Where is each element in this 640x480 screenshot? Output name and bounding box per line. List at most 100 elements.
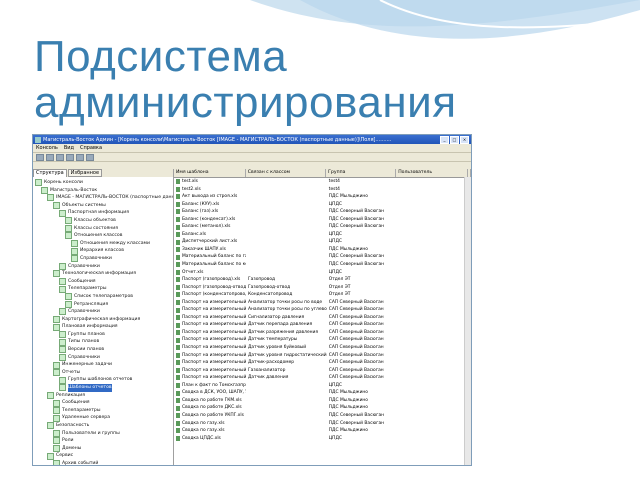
tree-node[interactable]: Телепараметры — [33, 407, 173, 415]
table-row[interactable]: Паспорт на измерительный приб...Газоанал… — [174, 367, 471, 375]
table-row[interactable]: test.xlstest4test — [174, 178, 471, 186]
tree-node[interactable]: Сервис — [33, 452, 173, 460]
table-row[interactable]: Паспорт на измерительный приб...Датчик у… — [174, 352, 471, 360]
tree-node[interactable]: Отчеты — [33, 369, 173, 377]
table-row[interactable]: Акт выхода из строя.xlsПДС Мыльджинорасп… — [174, 193, 471, 201]
table-row[interactable]: Паспорт на измерительный приб...Датчик р… — [174, 329, 471, 337]
tree-node[interactable]: Справочники — [33, 262, 173, 271]
tree-node[interactable]: Отношения между классами — [33, 240, 173, 248]
menu-help[interactable]: Справка — [80, 145, 102, 151]
table-row[interactable]: Баланс (конденсат).xls ПДС Северный Васюг… — [174, 216, 471, 224]
tree-node[interactable]: Инженерные задачи — [33, 361, 173, 369]
table-row[interactable]: Сводка ЦПДС.xlsЦПДССводка ЦПДС — [174, 435, 471, 443]
tree-node[interactable]: Справочники — [33, 308, 173, 316]
table-row[interactable]: Сводка по работе УКПГ.xls ПДС Северный Ва… — [174, 412, 471, 420]
tree-node[interactable]: Версии планов — [33, 346, 173, 354]
tree-node[interactable]: Безопасность — [33, 422, 173, 430]
table-row[interactable]: test2.xlstest4Заказчик ШАПУ — [174, 186, 471, 194]
tree-node[interactable]: Телепараметры — [33, 285, 173, 293]
close-button[interactable]: × — [460, 135, 469, 144]
tree-node[interactable]: Сообщения — [33, 278, 173, 286]
tree-node[interactable]: Отношения классов — [33, 232, 173, 240]
table-row[interactable]: Паспорт на измерительный приб...Анализат… — [174, 306, 471, 314]
table-row[interactable]: Баланс.xlsЦПДСБаланс — [174, 231, 471, 239]
export-icon[interactable] — [86, 153, 94, 161]
tree-node[interactable]: Паспортная информация — [33, 209, 173, 217]
cell-user — [397, 231, 469, 239]
column-header-group[interactable]: Группа — [326, 169, 397, 177]
tree-node[interactable]: Справочники — [33, 353, 173, 362]
column-header-description[interactable]: Описание — [468, 169, 471, 177]
column-header-template-name[interactable]: Имя шаблона — [174, 169, 246, 177]
cell-template-name: Сводка по работе ГКМ.xls — [174, 397, 246, 405]
tree-node[interactable]: IMAGE - МАГИСТРАЛЬ-ВОСТОК (паспортные да… — [33, 194, 173, 202]
tree-node[interactable]: Группы шаблонов отчетов — [33, 376, 173, 384]
cell-template-name: Паспорт на измерительный приб... — [174, 314, 246, 322]
table-row[interactable]: Паспорт (газопровод-отвод).xlsГазопровод… — [174, 284, 471, 292]
tree-node[interactable]: Сообщения — [33, 399, 173, 407]
tree-node[interactable]: Технологическая информация — [33, 270, 173, 278]
window-titlebar[interactable]: Магистраль-Восток Админ - [Корень консол… — [33, 135, 471, 144]
back-icon[interactable] — [36, 153, 44, 161]
table-row[interactable]: Заказчик ШАПУ.xlsПДС МыльджиноЗаказчик Ш… — [174, 246, 471, 254]
tree-node[interactable]: Группы планов — [33, 331, 173, 339]
tree-node[interactable]: Ретрансляция — [33, 300, 173, 309]
column-header-user[interactable]: Пользователь — [396, 169, 468, 177]
table-row[interactable]: Сводка по работе ГКМ.xlsПДС МыльджиноСво… — [174, 397, 471, 405]
table-row[interactable]: Паспорт на измерительный приб...Датчик-р… — [174, 359, 471, 367]
maximize-button[interactable]: □ — [450, 135, 459, 144]
table-row[interactable]: Сводка по газу.xlsПДС Северный ВасюганСв… — [174, 420, 471, 428]
table-row[interactable]: План к факт по Томскгазпром.xlsЦПДСПлан … — [174, 382, 471, 390]
tab-structure[interactable]: Структура — [33, 169, 67, 177]
menu-console[interactable]: Консоль — [36, 145, 58, 151]
tree-node[interactable]: Типы планов — [33, 338, 173, 346]
column-header-linked-class[interactable]: Связан с классом — [246, 169, 327, 177]
cell-group: test4 — [328, 186, 340, 192]
table-row[interactable]: Паспорт на измерительный приб...Датчик у… — [174, 344, 471, 352]
table-row[interactable]: Баланс (метанол).xls ПДС Северный Васюган… — [174, 223, 471, 231]
table-row[interactable]: Паспорт на измерительный приб...Датчик т… — [174, 336, 471, 344]
tree-node[interactable]: Картографическая информация — [33, 315, 173, 324]
table-row[interactable]: Материальный баланс по конденсату.xls ПДС… — [174, 261, 471, 269]
up-icon[interactable] — [56, 153, 64, 161]
vertical-scrollbar[interactable] — [464, 177, 471, 465]
table-row[interactable]: Сводка по работе ДКС.xlsПДС МыльджиноСво… — [174, 404, 471, 412]
tree-node[interactable]: Справочники — [33, 255, 173, 263]
table-row[interactable]: Паспорт на измерительный приб...Датчик п… — [174, 321, 471, 329]
tree-node[interactable]: Пользователи и группы — [33, 429, 173, 438]
refresh-icon[interactable] — [76, 153, 84, 161]
table-row[interactable]: Паспорт на измерительный приб...Датчик д… — [174, 374, 471, 382]
tree-node[interactable]: Объекты системы — [33, 202, 173, 210]
tree-node[interactable]: Роли — [33, 437, 173, 445]
cell-user — [397, 186, 469, 194]
tree-node[interactable]: Плановая информация — [33, 323, 173, 331]
table-row[interactable]: Паспорт на измерительный приб...Анализат… — [174, 299, 471, 307]
tree-node[interactable]: Классы объектов — [33, 217, 173, 225]
tree-node[interactable]: Репликация — [33, 391, 173, 400]
minimize-button[interactable]: _ — [440, 135, 449, 144]
excel-file-icon — [176, 330, 180, 336]
tree-node[interactable]: Удаленные сервера — [33, 414, 173, 422]
tree-node[interactable]: Список телепараметров — [33, 293, 173, 301]
table-row[interactable]: Баланс (КУУ).xlsЦПДСБаланс (КУУ) — [174, 201, 471, 209]
tab-favorites[interactable]: Избранное — [67, 169, 103, 177]
menu-view[interactable]: Вид — [64, 145, 74, 151]
table-row[interactable]: Баланс (газ).xlsПДС Северный ВасюганМате… — [174, 208, 471, 216]
show-tree-icon[interactable] — [66, 153, 74, 161]
table-row[interactable]: Сводка по газу.xlsПДС МыльджиноСводка по… — [174, 427, 471, 435]
tree-node[interactable]: Корень консоли — [33, 179, 173, 187]
tree-node[interactable]: Шаблоны отчетов — [33, 384, 173, 392]
tree-node[interactable]: Иерархия классов — [33, 247, 173, 255]
tree-node[interactable]: Архив событий — [33, 460, 173, 465]
tree-node[interactable]: Магистраль-Восток — [33, 186, 173, 195]
table-row[interactable]: Паспорт (газопровод).xls Газопровод Отдел … — [174, 276, 471, 284]
table-row[interactable]: Паспорт (конденсатопровод).xlsКонденсато… — [174, 291, 471, 299]
forward-icon[interactable] — [46, 153, 54, 161]
tree-node[interactable]: Домены — [33, 445, 173, 453]
table-row[interactable]: Отчет.xlsЦПДСОтчет — [174, 269, 471, 277]
tree-node[interactable]: Классы состояния — [33, 224, 173, 233]
table-row[interactable]: Сводка в ДСК, УОО, ШАПУ, УУ... ПДС Мыльдж… — [174, 389, 471, 397]
table-row[interactable]: Паспорт на измерительный приб...Сигнализ… — [174, 314, 471, 322]
table-row[interactable]: Материальный баланс по газу.xls ПДС Север… — [174, 253, 471, 261]
table-row[interactable]: Диспетчерский лист.xlsЦПДСДиспетчерский … — [174, 238, 471, 246]
